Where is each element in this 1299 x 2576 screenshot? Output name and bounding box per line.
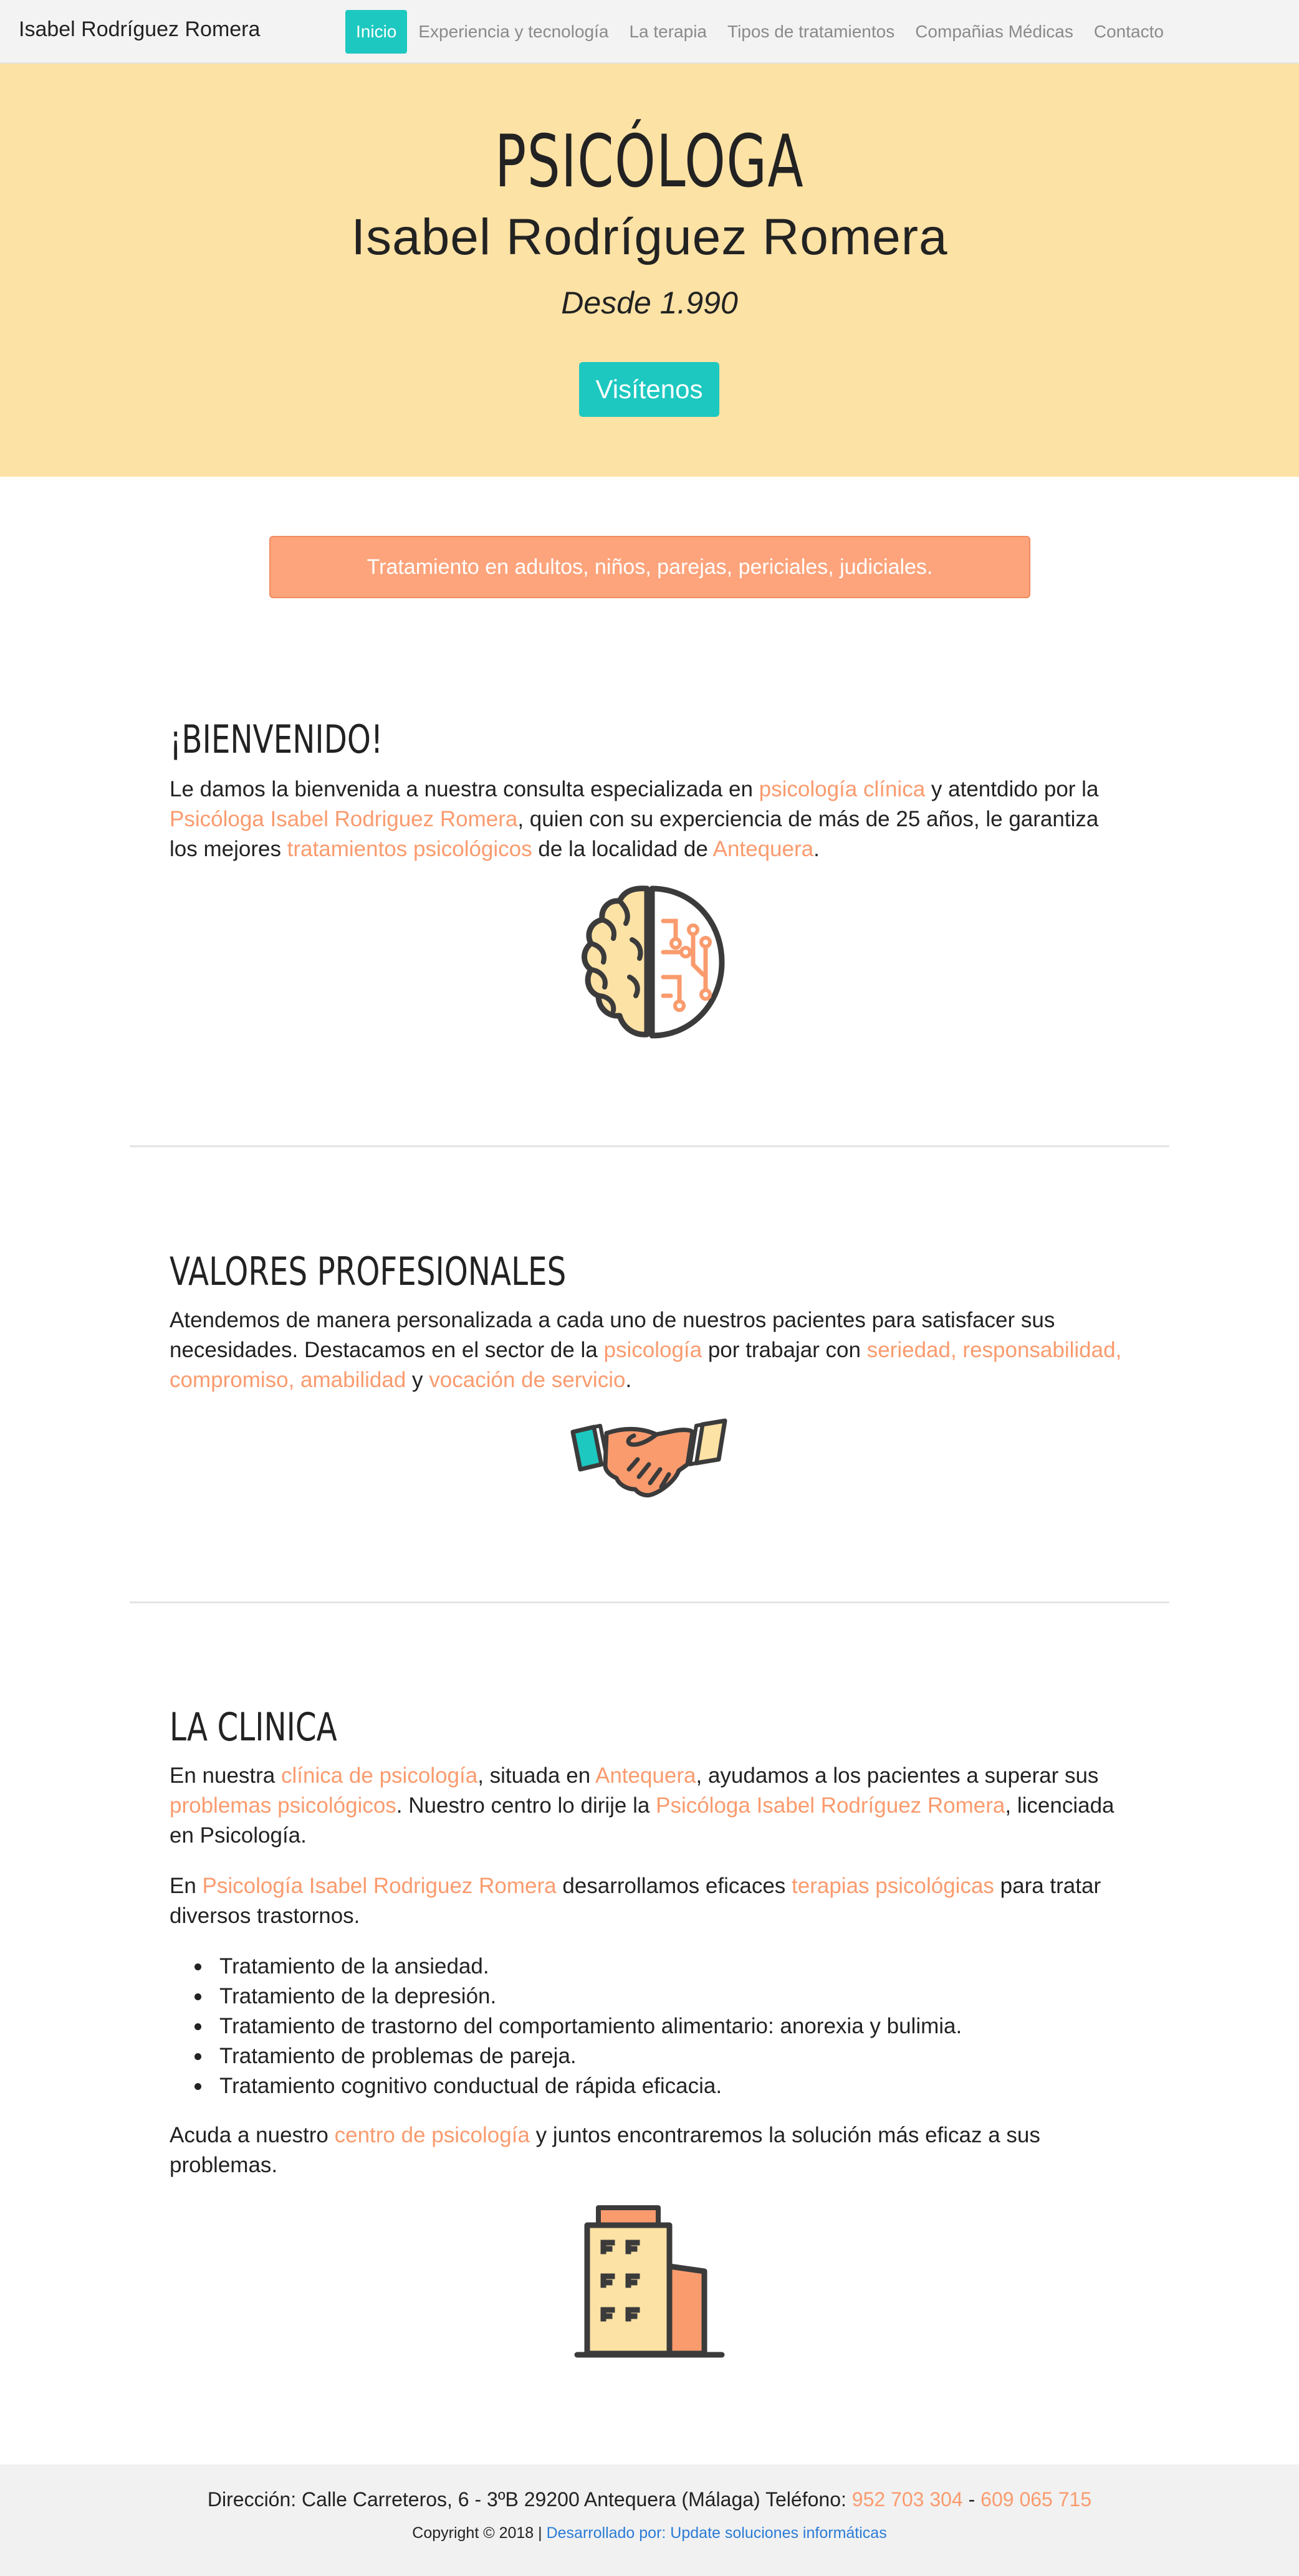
section-divider: [130, 1145, 1169, 1147]
treatments-list: Tratamiento de la ansiedad. Tratamiento …: [194, 1952, 1129, 2101]
link-vocacion[interactable]: vocación de servicio: [429, 1368, 625, 1392]
values-text: Atendemos de manera personalizada a cada…: [170, 1308, 1122, 1392]
link-problemas[interactable]: problemas psicológicos: [170, 1793, 396, 1818]
phone-link-2[interactable]: 609 065 715: [980, 2488, 1091, 2511]
link-antequera-clinica[interactable]: Antequera: [595, 1763, 696, 1788]
nav-item-terapia[interactable]: La terapia: [629, 22, 707, 42]
link-terapias[interactable]: terapias psicológicas: [792, 1874, 994, 1898]
link-tratamientos[interactable]: tratamientos psicológicos: [287, 837, 532, 861]
link-psicologia-isabel[interactable]: Psicología Isabel Rodriguez Romera: [203, 1874, 557, 1898]
nav-menu: Inicio Experiencia y tecnología La terap…: [345, 10, 1184, 54]
values-title: VALORES PROFESIONALES: [170, 1249, 567, 1294]
hero-since: Desde 1.990: [561, 285, 738, 320]
link-psicologia-clinica[interactable]: psicología clínica: [759, 777, 926, 801]
welcome-title: ¡BIENVENIDO!: [170, 717, 383, 762]
link-psicologa-clinica[interactable]: Psicóloga Isabel Rodríguez Romera: [656, 1793, 1005, 1818]
link-centro[interactable]: centro de psicología: [335, 2123, 530, 2147]
brain-circuit-icon: [582, 885, 725, 1039]
clinic-title: LA CLINICA: [170, 1704, 337, 1750]
hero-banner: PSICÓLOGA Isabel Rodríguez Romera Desde …: [0, 64, 1299, 477]
nav-item-companias[interactable]: Compañias Médicas: [915, 22, 1073, 42]
nav-item-experiencia[interactable]: Experiencia y tecnología: [418, 22, 608, 42]
clinic-text-2: En Psicología Isabel Rodriguez Romera de…: [170, 1874, 1101, 1928]
nav-item-inicio[interactable]: Inicio: [345, 10, 408, 54]
link-psicologia[interactable]: psicología: [604, 1338, 702, 1362]
section-divider: [130, 1601, 1169, 1603]
developer-link[interactable]: Desarrollado por: Update soluciones info…: [547, 2524, 887, 2542]
handshake-icon: [570, 1418, 727, 1498]
list-item: Tratamiento de problemas de pareja.: [194, 2041, 1129, 2071]
list-item: Tratamiento de la ansiedad.: [194, 1952, 1129, 1982]
footer-address: Dirección: Calle Carreteros, 6 - 3ºB 292…: [207, 2488, 1092, 2511]
nav-item-contacto[interactable]: Contacto: [1094, 22, 1164, 42]
brand-link[interactable]: Isabel Rodríguez Romera: [19, 17, 260, 42]
visit-button[interactable]: Visítenos: [579, 362, 719, 417]
navbar: Isabel Rodríguez Romera Inicio Experienc…: [0, 0, 1299, 64]
treatments-alert: Tratamiento en adultos, niños, parejas, …: [269, 536, 1030, 598]
link-antequera[interactable]: Antequera: [713, 837, 814, 861]
building-icon: [574, 2205, 725, 2358]
footer-copyright: Copyright © 2018 | Desarrollado por: Upd…: [412, 2524, 887, 2542]
list-item: Tratamiento cognitivo conductual de rápi…: [194, 2071, 1129, 2101]
link-clinica[interactable]: clínica de psicología: [281, 1763, 477, 1788]
list-item: Tratamiento de trastorno del comportamie…: [194, 2011, 1129, 2041]
hero-name: Isabel Rodríguez Romera: [351, 209, 948, 265]
clinic-text-3: Acuda a nuestro centro de psicología y j…: [170, 2123, 1040, 2177]
hero-title: PSICÓLOGA: [494, 120, 805, 204]
welcome-text: Le damos la bienvenida a nuestra consult…: [170, 777, 1099, 861]
list-item: Tratamiento de la depresión.: [194, 1982, 1129, 2011]
nav-item-tratamientos[interactable]: Tipos de tratamientos: [727, 22, 894, 42]
footer: Dirección: Calle Carreteros, 6 - 3ºB 292…: [0, 2464, 1299, 2576]
phone-link-1[interactable]: 952 703 304: [852, 2488, 963, 2511]
link-psicologa[interactable]: Psicóloga Isabel Rodriguez Romera: [170, 807, 517, 831]
clinic-text-1: En nuestra clínica de psicología, situad…: [170, 1763, 1114, 1848]
